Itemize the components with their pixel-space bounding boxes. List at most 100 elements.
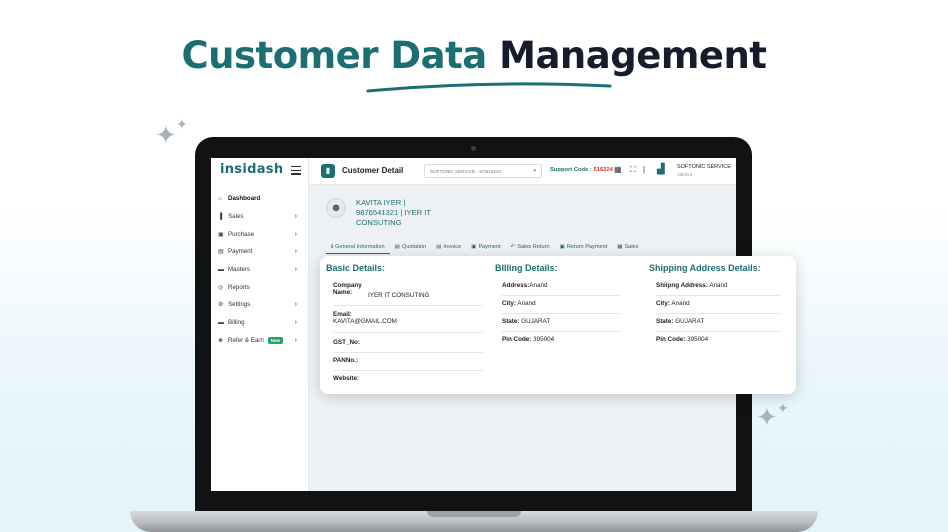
sidebar-item-label: Reports <box>228 283 250 291</box>
tab-quotation[interactable]: ▤ Quotation <box>390 240 432 254</box>
tab-label: Quotation <box>401 244 427 250</box>
invoice-icon: ▤ <box>436 244 442 250</box>
shipping-pin-row: Pin Code: 395004 <box>656 336 709 343</box>
service-select-value: SOFTONIC SERVICE - SO516224 <box>430 169 502 174</box>
company-row: Company Name: IYER IT CONSUTING <box>333 282 483 306</box>
return-icon: ↶ <box>510 244 516 250</box>
gst-row: GST_No: <box>333 339 483 353</box>
new-badge: New <box>267 336 284 344</box>
grid-icon[interactable]: ▦ <box>614 165 622 174</box>
sparkle-icon: ✦ <box>756 402 778 432</box>
tag-icon: ▣ <box>218 231 224 238</box>
sidebar-item-label: Purchase <box>228 230 255 238</box>
chevron-right-icon: › <box>294 266 297 274</box>
user-name: SOFTONIC SERVICE <box>677 164 731 170</box>
chevron-right-icon: › <box>294 248 297 256</box>
email-label: Email: <box>333 311 352 318</box>
email-row: Email: KAVITA@GMAIL.COM <box>333 311 483 333</box>
chevron-down-icon: ▾ <box>533 168 536 174</box>
support-code: Support Code : 516224 <box>550 167 613 173</box>
tab-sales[interactable]: ▦ Sales <box>612 240 643 254</box>
divider: | <box>643 165 646 174</box>
billing-city-row: City: Anand <box>502 300 620 314</box>
tab-sales-return[interactable]: ↶ Sales Return <box>506 240 555 254</box>
gear-icon: ⚙ <box>218 302 224 309</box>
card-icon: ▬ <box>218 319 224 326</box>
users-icon: ◎ <box>218 284 224 291</box>
sidebar-item-billing[interactable]: ▬ Billing › <box>211 314 309 332</box>
website-row: Website: <box>333 375 483 389</box>
sales-icon: ▦ <box>617 244 623 250</box>
shipping-details-title: Shipping Address Details: <box>649 263 761 273</box>
support-code-value: 516224 <box>593 167 613 173</box>
document-icon: ▤ <box>394 244 400 250</box>
top-bar: ▮ Customer Detail SOFTONIC SERVICE - SO5… <box>309 158 736 185</box>
pan-row: PANNo.: <box>333 357 483 371</box>
sidebar-item-reports[interactable]: ◎ Reports <box>211 278 309 296</box>
tab-label: Sales <box>624 244 639 250</box>
user-role: Admin ▾ <box>677 172 693 177</box>
tab-label: Invoice <box>443 244 462 250</box>
shipping-city-row: City: Anand <box>656 300 781 314</box>
home-icon: ⌂ <box>218 195 222 202</box>
wallet-icon: ▤ <box>218 249 224 256</box>
customer-phone: 9876541321 | IYER IT <box>356 208 432 217</box>
tab-return-payment[interactable]: ▣ Return Payment <box>555 240 613 254</box>
tab-general-information[interactable]: ℹ General Information <box>326 240 390 254</box>
sidebar-item-label: Masters <box>228 266 251 274</box>
app-logo: insidash <box>220 162 284 177</box>
gift-icon: ❀ <box>218 337 224 344</box>
shipping-state-row: State: GUJARAT <box>656 318 781 332</box>
sidebar-item-sales[interactable]: ▐ Sales › <box>211 208 309 226</box>
detail-tabs: ℹ General Information ▤ Quotation ▤ Invoice ▣ P… <box>326 240 736 254</box>
sidebar-item-settings[interactable]: ⚙ Settings › <box>211 296 309 314</box>
info-icon: ℹ <box>331 243 334 250</box>
tab-invoice[interactable]: ▤ Invoice <box>431 240 466 254</box>
sidebar-item-label: Settings <box>228 301 251 309</box>
chevron-right-icon: › <box>294 213 297 221</box>
company-label: Company Name: <box>333 282 362 296</box>
basic-details-title: Basic Details: <box>326 263 386 273</box>
customer-company: CONSUTING <box>356 218 402 227</box>
billing-address-row: Address:Anand <box>502 282 620 296</box>
return-payment-icon: ▣ <box>559 244 565 250</box>
sidebar-item-label: Payment <box>228 248 253 256</box>
fullscreen-icon[interactable]: ⛶ <box>630 165 636 175</box>
website-label: Website: <box>333 375 360 382</box>
chevron-right-icon: › <box>294 336 297 344</box>
sidebar: insidash ⌂ Dashboard ▐ Sales › ▣ Purchase › ▤ Pay… <box>211 158 309 491</box>
sidebar-nav: ⌂ Dashboard ▐ Sales › ▣ Purchase › ▤ Payment › ▬ Mas… <box>211 190 309 349</box>
billing-pin-row: Pin Code: 395004 <box>502 336 555 343</box>
camera-icon <box>471 146 476 151</box>
avatar: ☻ <box>326 198 346 218</box>
tab-payment[interactable]: ▣ Payment <box>466 240 505 254</box>
details-card: Basic Details: Company Name: IYER IT CONS… <box>320 256 796 394</box>
sidebar-item-label: Sales <box>228 213 244 221</box>
menu-toggle-icon[interactable] <box>291 166 301 177</box>
headline-underline <box>366 82 612 93</box>
sidebar-item-dashboard[interactable]: ⌂ Dashboard <box>211 190 309 208</box>
chevron-down-icon: ▾ <box>690 172 693 177</box>
sparkle-icon: ✦ <box>176 116 188 132</box>
sidebar-item-masters[interactable]: ▬ Masters › <box>211 261 309 279</box>
chevron-right-icon: › <box>294 301 297 309</box>
headline-part2: Management <box>499 34 767 77</box>
billing-state-row: State: GUJARAT <box>502 318 620 332</box>
company-value: IYER IT CONSUTING <box>368 292 430 299</box>
sidebar-item-label: Refer & Earn <box>228 336 264 344</box>
chevron-right-icon: › <box>294 319 297 327</box>
shipping-address-row: Shiipng Address: Anand <box>656 282 781 296</box>
headline-part1: Customer Data <box>181 34 488 77</box>
billing-details-title: BIlling Details: <box>495 263 558 273</box>
customer-detail-icon: ▮ <box>321 164 335 178</box>
laptop-base <box>130 511 818 532</box>
sidebar-item-refer-earn[interactable]: ❀ Refer & Earn New › <box>211 332 309 350</box>
user-avatar-icon[interactable]: ▟ <box>657 164 665 175</box>
sidebar-item-payment[interactable]: ▤ Payment › <box>211 243 309 261</box>
sidebar-item-label: Dashboard <box>228 195 261 203</box>
chevron-right-icon: › <box>294 230 297 238</box>
laptop-notch <box>427 511 521 517</box>
customer-name: KAVITA IYER | <box>356 198 406 207</box>
sidebar-item-purchase[interactable]: ▣ Purchase › <box>211 225 309 243</box>
service-select[interactable]: SOFTONIC SERVICE - SO516224 ▾ <box>424 164 542 178</box>
